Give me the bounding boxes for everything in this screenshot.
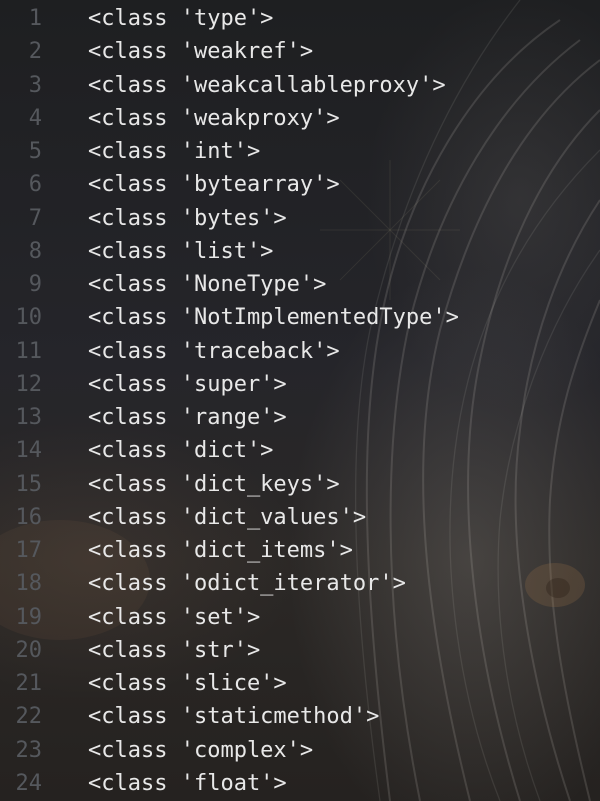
line-number: 5 <box>28 139 42 165</box>
line-number: 8 <box>28 238 42 264</box>
code-line[interactable]: 4 <class 'weakproxy'> <box>0 102 600 135</box>
line-number: 12 <box>15 371 43 397</box>
code-line[interactable]: 10 <class 'NotImplementedType'> <box>0 301 600 334</box>
line-text: <class 'dict_values'> <box>88 504 367 530</box>
line-text: <class 'bytearray'> <box>88 172 340 198</box>
line-number: 17 <box>15 538 43 564</box>
code-line[interactable]: 6 <class 'bytearray'> <box>0 168 600 201</box>
line-text: <class 'odict_iterator'> <box>88 571 406 597</box>
line-text: <class 'dict_keys'> <box>88 471 340 497</box>
line-text: <class 'int'> <box>88 139 261 165</box>
line-number: 19 <box>15 604 43 630</box>
line-number: 3 <box>28 72 42 98</box>
line-text: <class 'type'> <box>88 6 274 32</box>
line-text: <class 'set'> <box>88 604 261 630</box>
line-text: <class 'dict_items'> <box>88 538 353 564</box>
line-text: <class 'NoneType'> <box>88 272 327 298</box>
code-line[interactable]: 24 <class 'float'> <box>0 767 600 800</box>
line-number: 9 <box>28 272 42 298</box>
code-line[interactable]: 22 <class 'staticmethod'> <box>0 700 600 733</box>
line-number: 18 <box>15 571 43 597</box>
line-number: 10 <box>15 305 43 331</box>
line-text: <class 'slice'> <box>88 671 287 697</box>
code-line[interactable]: 9 <class 'NoneType'> <box>0 268 600 301</box>
line-number: 20 <box>15 637 43 663</box>
line-number: 21 <box>15 671 43 697</box>
line-text: <class 'range'> <box>88 405 287 431</box>
code-line[interactable]: 13 <class 'range'> <box>0 401 600 434</box>
line-number: 2 <box>28 39 42 65</box>
code-line[interactable]: 8 <class 'list'> <box>0 235 600 268</box>
line-number: 7 <box>28 205 42 231</box>
code-line[interactable]: 14 <class 'dict'> <box>0 434 600 467</box>
code-line[interactable]: 1 <class 'type'> <box>0 2 600 35</box>
code-line[interactable]: 21 <class 'slice'> <box>0 667 600 700</box>
code-line[interactable]: 23 <class 'complex'> <box>0 734 600 767</box>
code-line[interactable]: 20 <class 'str'> <box>0 634 600 667</box>
code-line[interactable]: 16 <class 'dict_values'> <box>0 501 600 534</box>
line-text: <class 'float'> <box>88 770 287 796</box>
line-number: 16 <box>15 504 43 530</box>
line-number: 6 <box>28 172 42 198</box>
line-number: 24 <box>15 770 43 796</box>
code-editor[interactable]: 1 <class 'type'> 2 <class 'weakref'> 3 <cla… <box>0 0 600 801</box>
line-text: <class 'str'> <box>88 637 261 663</box>
code-lines: 1 <class 'type'> 2 <class 'weakref'> 3 <cla… <box>0 2 600 800</box>
line-text: <class 'staticmethod'> <box>88 704 380 730</box>
line-text: <class 'weakcallableproxy'> <box>88 72 446 98</box>
code-line[interactable]: 15 <class 'dict_keys'> <box>0 468 600 501</box>
code-line[interactable]: 5 <class 'int'> <box>0 135 600 168</box>
line-text: <class 'list'> <box>88 238 274 264</box>
line-number: 23 <box>15 737 43 763</box>
code-line[interactable]: 18 <class 'odict_iterator'> <box>0 567 600 600</box>
line-text: <class 'NotImplementedType'> <box>88 305 459 331</box>
line-number: 15 <box>15 471 43 497</box>
line-text: <class 'weakproxy'> <box>88 105 340 131</box>
line-number: 14 <box>15 438 43 464</box>
code-line[interactable]: 19 <class 'set'> <box>0 601 600 634</box>
code-line[interactable]: 17 <class 'dict_items'> <box>0 534 600 567</box>
line-text: <class 'complex'> <box>88 737 314 763</box>
line-number: 4 <box>28 105 42 131</box>
code-line[interactable]: 11 <class 'traceback'> <box>0 335 600 368</box>
line-number: 11 <box>15 338 43 364</box>
code-line[interactable]: 12 <class 'super'> <box>0 368 600 401</box>
code-line[interactable]: 2 <class 'weakref'> <box>0 35 600 68</box>
line-number: 13 <box>15 405 43 431</box>
code-line[interactable]: 3 <class 'weakcallableproxy'> <box>0 69 600 102</box>
line-text: <class 'weakref'> <box>88 39 314 65</box>
line-text: <class 'dict'> <box>88 438 274 464</box>
code-line[interactable]: 7 <class 'bytes'> <box>0 202 600 235</box>
line-text: <class 'traceback'> <box>88 338 340 364</box>
line-number: 22 <box>15 704 43 730</box>
line-text: <class 'bytes'> <box>88 205 287 231</box>
line-number: 1 <box>28 6 42 32</box>
line-text: <class 'super'> <box>88 371 287 397</box>
